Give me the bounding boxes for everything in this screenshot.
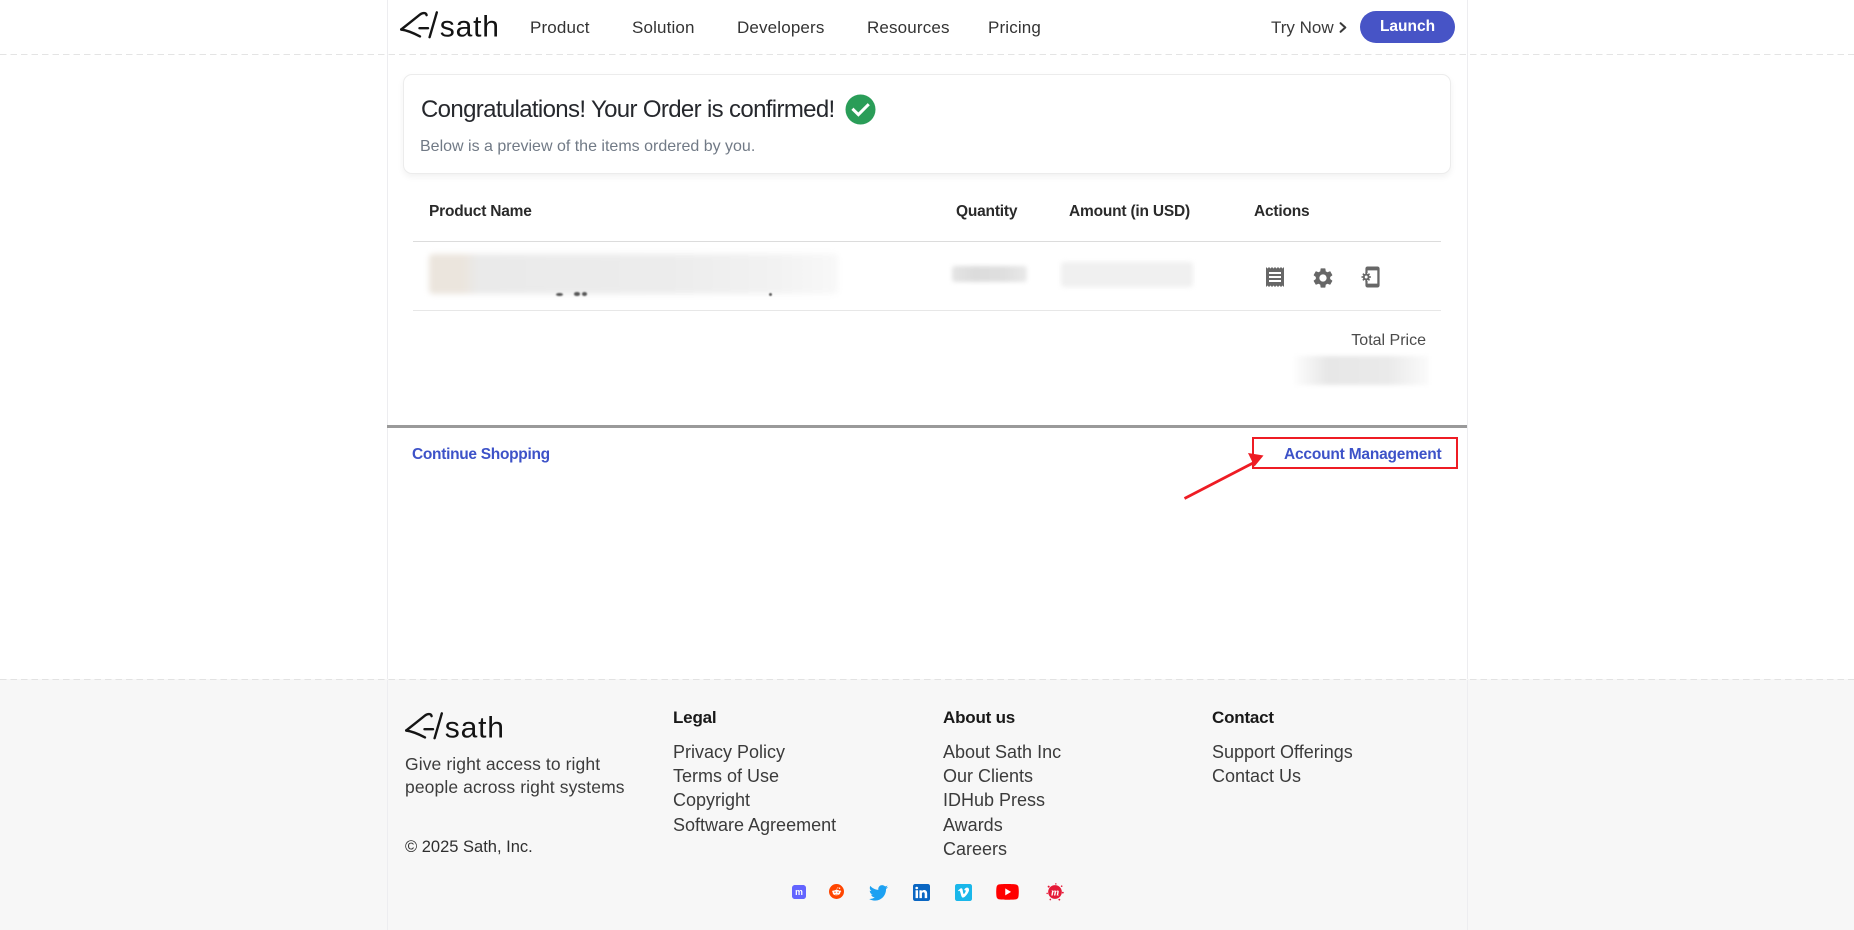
svg-text:sath: sath xyxy=(440,11,498,40)
svg-text:m: m xyxy=(1051,888,1059,899)
svg-text:sath: sath xyxy=(445,712,503,741)
svg-text:m: m xyxy=(795,887,803,897)
